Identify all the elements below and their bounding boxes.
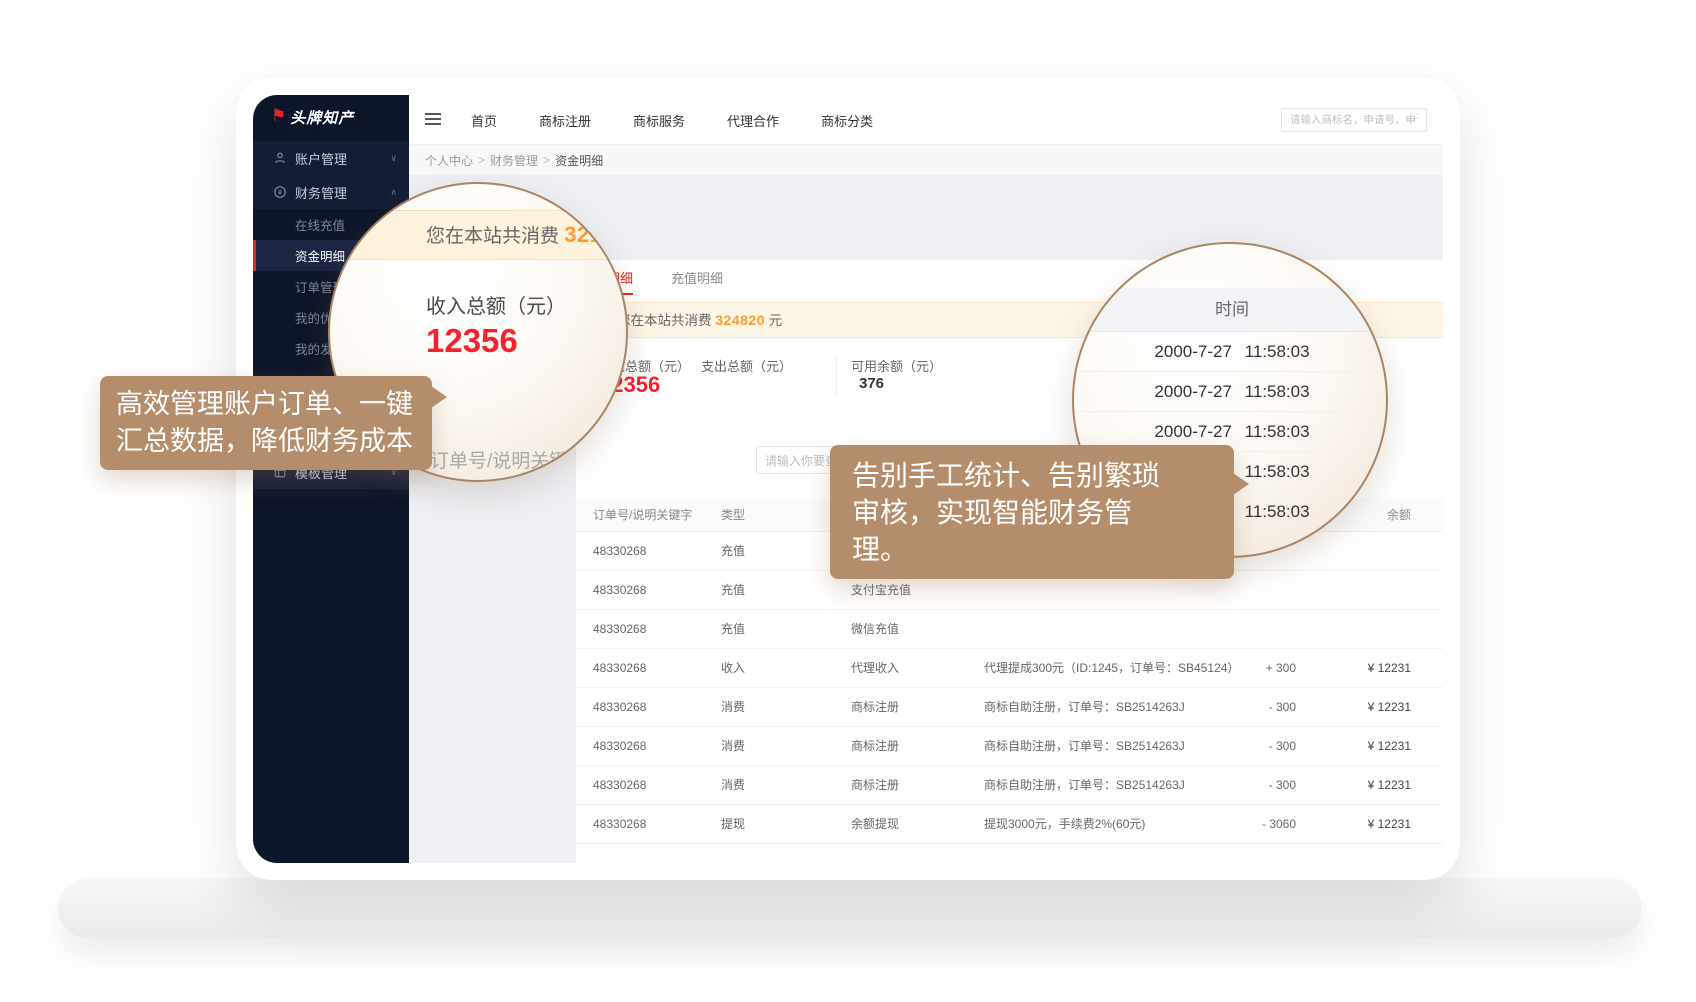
cell-balance: ¥ 12231 [1311,649,1411,688]
cell-order: 48330268 [593,805,646,844]
wallet-icon: ¥ [273,185,287,199]
cell-amount: - 300 [1196,688,1296,727]
tab-recharge-detail[interactable]: 充值明细 [671,268,723,287]
cell-desc: 提现3000元，手续费2%(60元) [984,805,1145,844]
header-order: 订单号/说明关键字 [593,498,692,532]
lens-banner: 您在本站共消费 32124 元 [330,210,628,260]
cell-type: 消费 [721,688,745,727]
svg-text:¥: ¥ [278,190,282,197]
cell-type: 充值 [721,610,745,649]
lens-income-value: 12356 [426,322,518,360]
main-nav: 首页 商标注册 商标服务 代理合作 商标分类 [465,95,879,145]
nav-item-home[interactable]: 首页 [465,111,503,130]
breadcrumb-separator: > [478,153,485,167]
cell-amount: - 300 [1196,727,1296,766]
cell-type: 充值 [721,532,745,571]
brand-flag-icon: ⚑ [271,107,286,125]
breadcrumb-separator: > [543,153,550,167]
cell-amount: - 3060 [1196,805,1296,844]
cell-project: 商标注册 [851,688,899,727]
lens-banner-prefix: 您在本站共消费 [426,226,564,247]
lens-banner-amount: 32124 [564,222,628,247]
nav-item-trademark-register[interactable]: 商标注册 [533,111,597,130]
callout-line: 审核，实现智能财务管 [852,494,1212,531]
callout-right: 告别手工统计、告别繁琐 审核，实现智能财务管 理。 [830,445,1234,579]
banner-prefix: 您在本站共消费 [617,313,715,328]
cell-type: 收入 [721,649,745,688]
caret-down-icon: ∨ [725,498,731,532]
page: ⚑ 头牌知产 · · · · · · · · 账户管理 ∨ ¥ 财务管理 ∧ [0,0,1696,1002]
lens-column-header: 订单号/说明关键字 [430,446,587,473]
cell-amount: + 300 [1196,649,1296,688]
cell-balance: ¥ 12231 [1311,805,1411,844]
breadcrumb-current: 资金明细 [555,152,603,169]
brand-name: 头牌知产 [290,107,363,128]
banner-suffix: 元 [765,313,782,328]
sidebar-item-finance[interactable]: ¥ 财务管理 ∧ [253,175,409,209]
callout-line: 告别手工统计、告别繁琐 [852,457,1212,494]
cell-project: 余额提现 [851,805,899,844]
cell-type: 消费 [721,727,745,766]
lens-income-label: 收入总额（元） [426,290,566,319]
hamburger-icon[interactable] [425,113,441,127]
laptop-base [58,878,1642,938]
available-balance-label: 可用余额（元） [851,356,942,375]
cell-balance: ¥ 12231 [1311,688,1411,727]
cell-order: 48330268 [593,649,646,688]
lens-time-row: 2000-7-27 11:58:03 [1074,332,1388,372]
trademark-search-input[interactable] [1281,108,1427,132]
available-balance-value: 376 [859,375,884,392]
cell-amount: - 300 [1196,766,1296,805]
expense-total-label: 支出总额（元） [701,356,792,375]
callout-line: 汇总数据，降低财务成本 [116,423,416,460]
cell-order: 48330268 [593,688,646,727]
cell-project: 商标注册 [851,766,899,805]
callout-arrow-right-icon [1233,473,1249,495]
chevron-down-icon: ∨ [390,153,397,164]
stats-divider [836,356,837,396]
cell-project: 微信充值 [851,610,899,649]
breadcrumb-item[interactable]: 个人中心 [425,152,473,169]
banner-amount: 324820 [715,312,765,328]
cell-balance: ¥ 12231 [1311,727,1411,766]
cell-type: 充值 [721,571,745,610]
breadcrumb: 个人中心 > 财务管理 > 资金明细 [409,145,1443,175]
table-row[interactable]: 48330268 充值 微信充值 [576,610,1443,649]
cell-order: 48330268 [593,571,646,610]
lens-time-header: 时间 [1074,288,1388,332]
cell-order: 48330268 [593,532,646,571]
callout-arrow-right-icon [431,386,447,408]
cell-type: 提现 [721,805,745,844]
cell-order: 48330268 [593,610,646,649]
sidebar-item-account[interactable]: 账户管理 ∨ [253,141,409,175]
cell-type: 消费 [721,766,745,805]
breadcrumb-item[interactable]: 财务管理 [490,152,538,169]
table-row[interactable]: 48330268 消费 商标注册 商标自助注册，订单号：SB2514263J -… [576,727,1443,766]
table-row[interactable]: 48330268 提现 余额提现 提现3000元，手续费2%(60元) - 30… [576,805,1443,844]
nav-item-trademark-category[interactable]: 商标分类 [815,111,879,130]
table-row[interactable]: 48330268 收入 代理收入 代理提成300元（ID:1245，订单号：SB… [576,649,1443,688]
chevron-up-icon: ∧ [390,187,397,198]
cell-desc: 商标自助注册，订单号：SB2514263J [984,727,1185,766]
callout-line: 高效管理账户订单、一键 [116,386,416,423]
cell-project: 商标注册 [851,727,899,766]
brand-subtext: · · · · · · · · [290,130,363,136]
cell-desc: 商标自助注册，订单号：SB2514263J [984,688,1185,727]
topbar: 首页 商标注册 商标服务 代理合作 商标分类 [409,95,1443,145]
table-row[interactable]: 48330268 消费 商标注册 商标自助注册，订单号：SB2514263J -… [576,766,1443,805]
callout-line: 理。 [852,531,1212,568]
lens-time-row: 2000-7-27 11:58:03 [1074,372,1388,412]
cell-project: 代理收入 [851,649,899,688]
person-icon [273,151,287,165]
cell-balance: ¥ 12231 [1311,766,1411,805]
nav-item-agent-cooperation[interactable]: 代理合作 [721,111,785,130]
cell-desc: 商标自助注册，订单号：SB2514263J [984,766,1185,805]
brand-logo: ⚑ 头牌知产 · · · · · · · · [271,107,363,136]
cell-order: 48330268 [593,766,646,805]
nav-item-trademark-service[interactable]: 商标服务 [627,111,691,130]
table-row[interactable]: 48330268 消费 商标注册 商标自助注册，订单号：SB2514263J -… [576,688,1443,727]
callout-left: 高效管理账户订单、一键 汇总数据，降低财务成本 [100,376,432,470]
cell-order: 48330268 [593,727,646,766]
